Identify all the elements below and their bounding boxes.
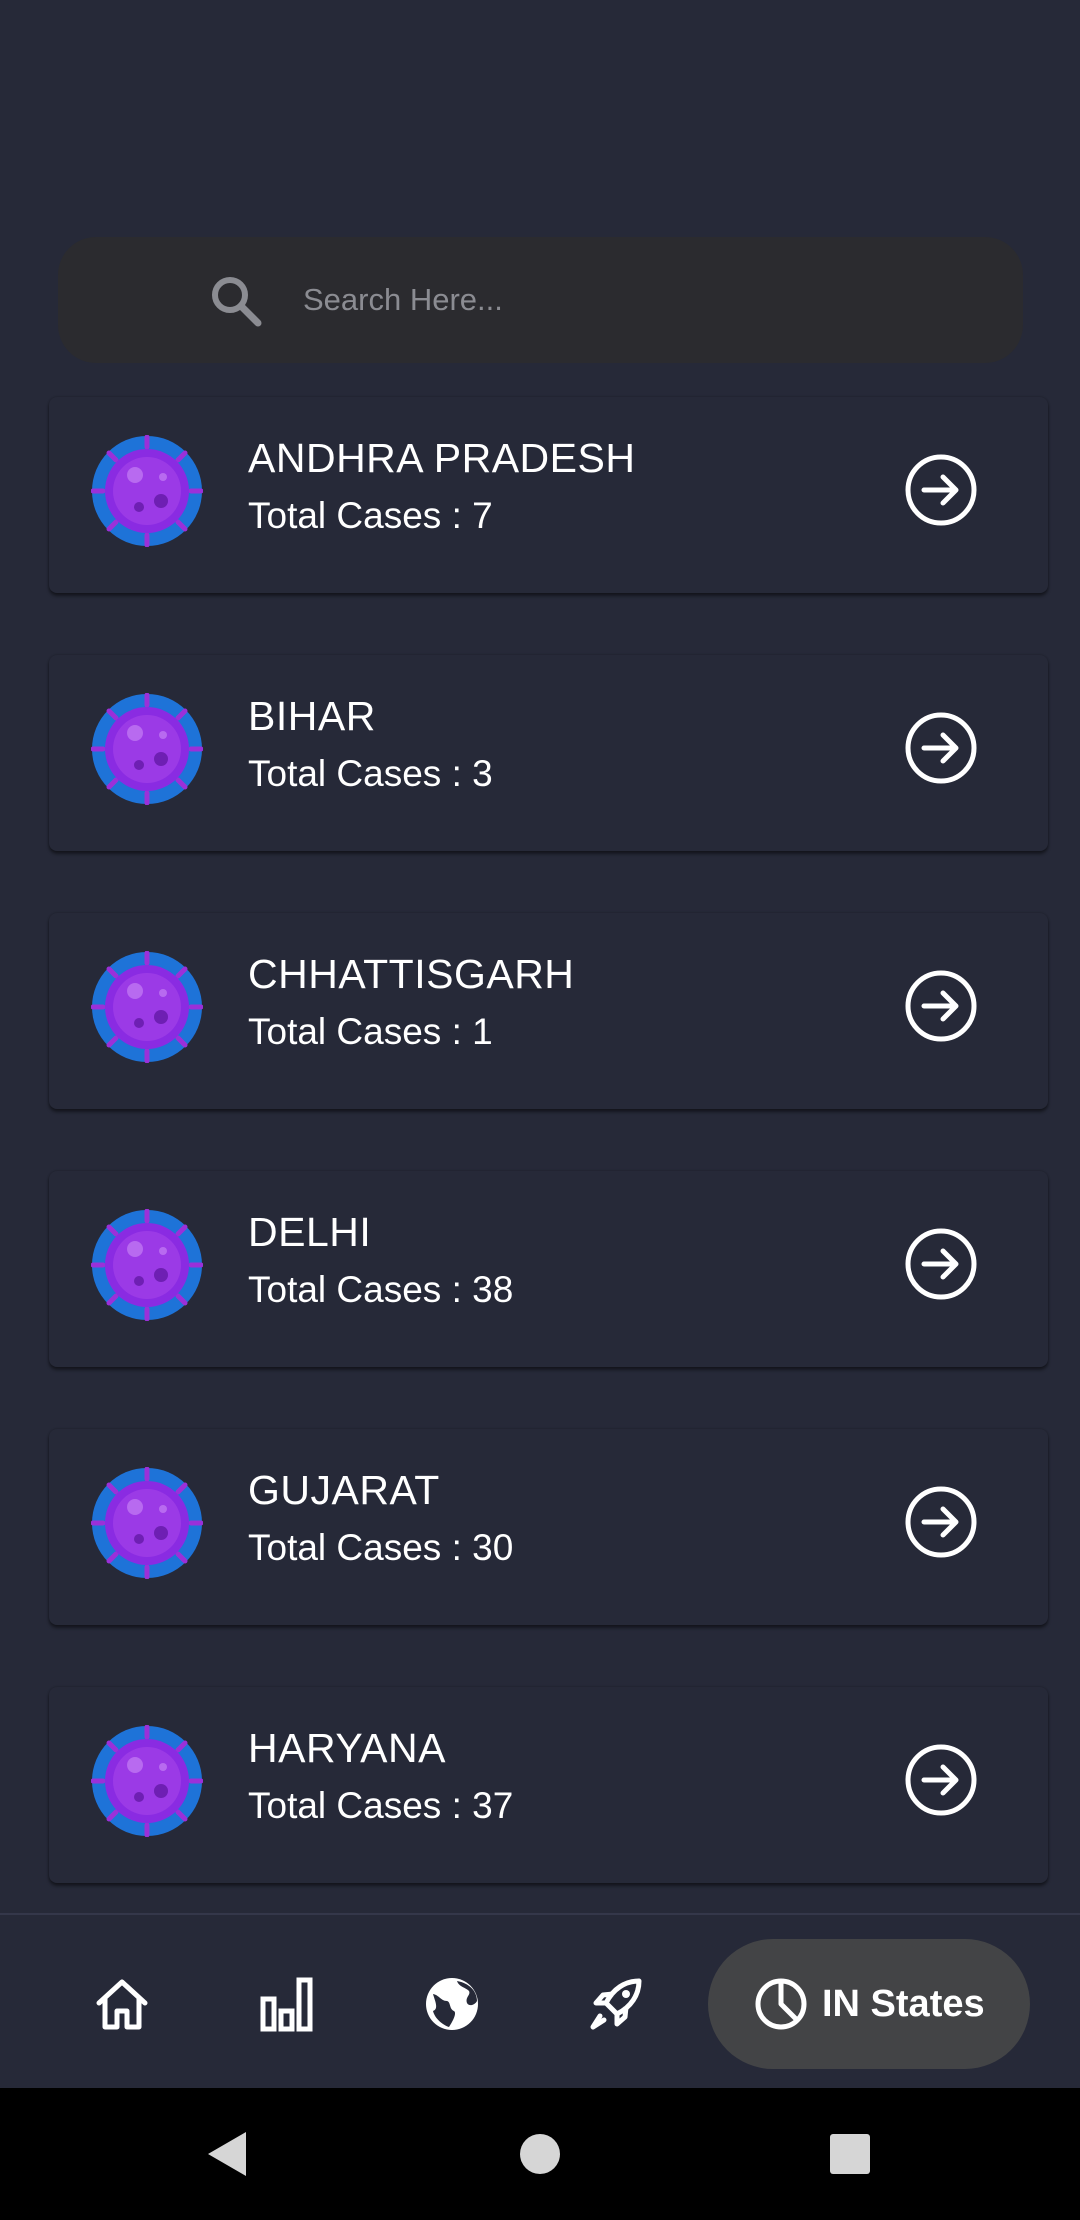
- state-total-cases: Total Cases : 3: [248, 753, 493, 794]
- state-total-cases: Total Cases : 37: [248, 1785, 514, 1826]
- rocket-icon: [590, 1978, 642, 2030]
- arrow-right-circle-icon[interactable]: [904, 711, 978, 785]
- search-bar[interactable]: [58, 237, 1023, 363]
- state-total-cases: Total Cases : 30: [248, 1527, 514, 1568]
- state-total-cases: Total Cases : 1: [248, 1011, 493, 1052]
- state-card[interactable]: DELHI Total Cases : 38: [49, 1171, 1048, 1367]
- bar-chart-icon: [260, 1977, 313, 2032]
- back-triangle-icon: [208, 2132, 246, 2176]
- state-total-cases: Total Cases : 7: [248, 495, 493, 536]
- home-icon: [96, 1979, 148, 2030]
- virus-icon: [91, 1467, 203, 1579]
- recents-square-icon: [830, 2134, 870, 2174]
- state-card[interactable]: CHHATTISGARH Total Cases : 1: [49, 913, 1048, 1109]
- virus-icon: [91, 693, 203, 805]
- state-name: GUJARAT: [248, 1467, 440, 1513]
- home-button[interactable]: [508, 2088, 572, 2220]
- recents-button[interactable]: [818, 2088, 882, 2220]
- home-circle-icon: [520, 2134, 560, 2174]
- state-card[interactable]: HARYANA Total Cases : 37: [49, 1687, 1048, 1883]
- state-card[interactable]: ANDHRA PRADESH Total Cases : 7: [49, 397, 1048, 593]
- nav-in-states-label: IN States: [822, 1982, 985, 2025]
- state-name: ANDHRA PRADESH: [248, 435, 636, 481]
- state-card[interactable]: BIHAR Total Cases : 3: [49, 655, 1048, 851]
- state-name: DELHI: [248, 1209, 372, 1255]
- arrow-right-circle-icon[interactable]: [904, 969, 978, 1043]
- back-button[interactable]: [195, 2088, 259, 2220]
- nav-rocket[interactable]: [585, 1973, 647, 2035]
- system-nav-bar: [0, 2088, 1080, 2220]
- state-card[interactable]: GUJARAT Total Cases : 30: [49, 1429, 1048, 1625]
- bottom-nav: IN States: [0, 1913, 1080, 2088]
- virus-icon: [91, 435, 203, 547]
- virus-icon: [91, 951, 203, 1063]
- screen: ANDHRA PRADESH Total Cases : 7 BIHAR Tot…: [0, 0, 1080, 2220]
- nav-stats[interactable]: [256, 1973, 318, 2035]
- virus-icon: [91, 1209, 203, 1321]
- globe-icon: [426, 1978, 478, 2030]
- search-icon: [212, 277, 262, 327]
- arrow-right-circle-icon[interactable]: [904, 453, 978, 527]
- arrow-right-circle-icon[interactable]: [904, 1743, 978, 1817]
- arrow-right-circle-icon[interactable]: [904, 1485, 978, 1559]
- search-input[interactable]: [303, 267, 983, 333]
- state-name: CHHATTISGARH: [248, 951, 575, 997]
- state-name: HARYANA: [248, 1725, 446, 1771]
- state-name: BIHAR: [248, 693, 376, 739]
- pie-chart-icon: [755, 1978, 807, 2030]
- nav-home[interactable]: [91, 1973, 153, 2035]
- nav-in-states[interactable]: IN States: [708, 1939, 1030, 2069]
- state-total-cases: Total Cases : 38: [248, 1269, 514, 1310]
- arrow-right-circle-icon[interactable]: [904, 1227, 978, 1301]
- nav-world[interactable]: [421, 1973, 483, 2035]
- virus-icon: [91, 1725, 203, 1837]
